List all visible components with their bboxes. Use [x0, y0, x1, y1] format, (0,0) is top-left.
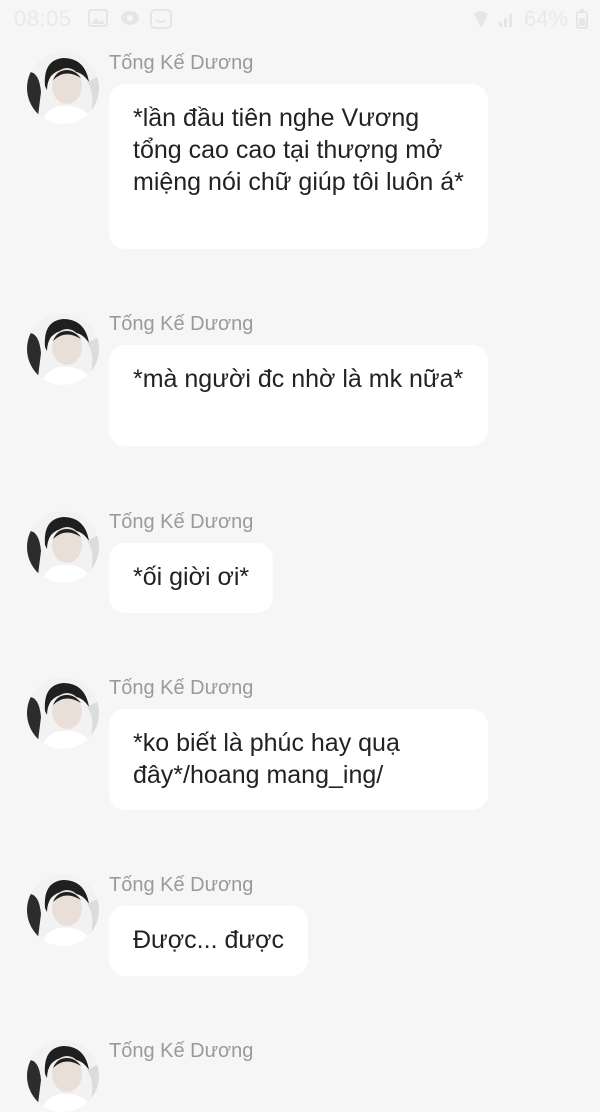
- avatar[interactable]: [27, 677, 99, 749]
- avatar[interactable]: [27, 313, 99, 385]
- battery-percent: 64%: [523, 6, 568, 31]
- sender-name: Tống Kế Dương: [109, 511, 254, 533]
- message-bubble[interactable]: *mà người đc nhờ là mk nữa*: [109, 345, 488, 446]
- signal-icon: [498, 10, 516, 28]
- message-bubble[interactable]: *ối giời ơi*: [109, 543, 274, 613]
- battery-icon: [576, 9, 588, 29]
- message-bubble[interactable]: *ko biết là phúc hay quạ đây*/hoang mang…: [109, 709, 488, 810]
- avatar[interactable]: [27, 511, 99, 583]
- wifi-icon: [472, 8, 490, 30]
- sender-name: Tống Kế Dương: [109, 313, 254, 335]
- status-bar: 08:05 64%: [0, 0, 600, 40]
- message-bubble[interactable]: *lần đầu tiên nghe Vương tổng cao cao tạ…: [109, 84, 488, 249]
- sender-name: Tống Kế Dương: [109, 874, 254, 896]
- sender-name: Tống Kế Dương: [109, 677, 254, 699]
- gallery-notification-icon: [88, 9, 110, 29]
- avatar[interactable]: [27, 874, 99, 946]
- message-bubble[interactable]: Được... được: [109, 906, 309, 976]
- avatar[interactable]: [27, 1040, 99, 1112]
- sender-name: Tống Kế Dương: [109, 52, 254, 74]
- status-time: 08:05: [14, 6, 72, 31]
- sender-name: Tống Kế Dương: [109, 1040, 254, 1062]
- message-notification-icon: [150, 9, 172, 29]
- app-notification-icon: [119, 9, 141, 29]
- avatar[interactable]: [27, 52, 99, 124]
